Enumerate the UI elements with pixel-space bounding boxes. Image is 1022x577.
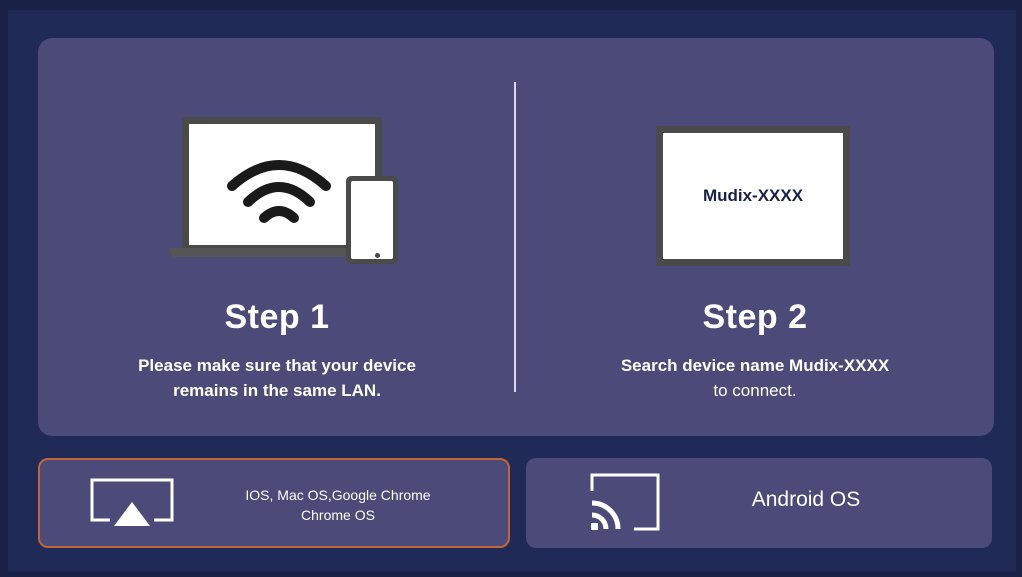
airplay-option-line-2: Chrome OS	[301, 507, 375, 523]
phone-icon	[346, 176, 398, 264]
step-1-description: Please make sure that your device remain…	[38, 353, 516, 403]
step-1-section: Step 1 Please make sure that your device…	[38, 38, 516, 436]
step-2-description-line-2: to connect.	[713, 381, 797, 400]
step-2-description-line-1: Search device name Mudix-XXXX	[620, 356, 890, 375]
tv-device-name: Mudix-XXXX	[663, 133, 843, 259]
cast-option-button[interactable]: Android OS	[526, 458, 992, 548]
step-2-section: Mudix-XXXX Step 2 Search device name Mud…	[516, 38, 994, 436]
cast-option-label: Android OS	[751, 488, 861, 511]
step-1-description-line-2: remains in the same LAN.	[173, 381, 381, 400]
instructions-panel: Step 1 Please make sure that your device…	[38, 38, 994, 436]
step-2-description: Search device name Mudix-XXXX to connect…	[516, 353, 994, 403]
tv-icon: Mudix-XXXX	[656, 126, 850, 266]
airplay-option-label: IOS, Mac OS,Google Chrome Chrome OS	[188, 485, 488, 525]
cast-icon	[590, 473, 660, 531]
airplay-option-button[interactable]: IOS, Mac OS,Google Chrome Chrome OS	[38, 458, 510, 548]
airplay-icon	[90, 478, 174, 526]
wifi-icon	[227, 160, 331, 223]
step-1-title: Step 1	[224, 298, 330, 336]
step-divider	[514, 82, 516, 392]
step-2-title: Step 2	[702, 298, 808, 336]
step-1-description-line-1: Please make sure that your device	[138, 356, 416, 375]
airplay-option-line-1: IOS, Mac OS,Google Chrome	[245, 487, 431, 503]
